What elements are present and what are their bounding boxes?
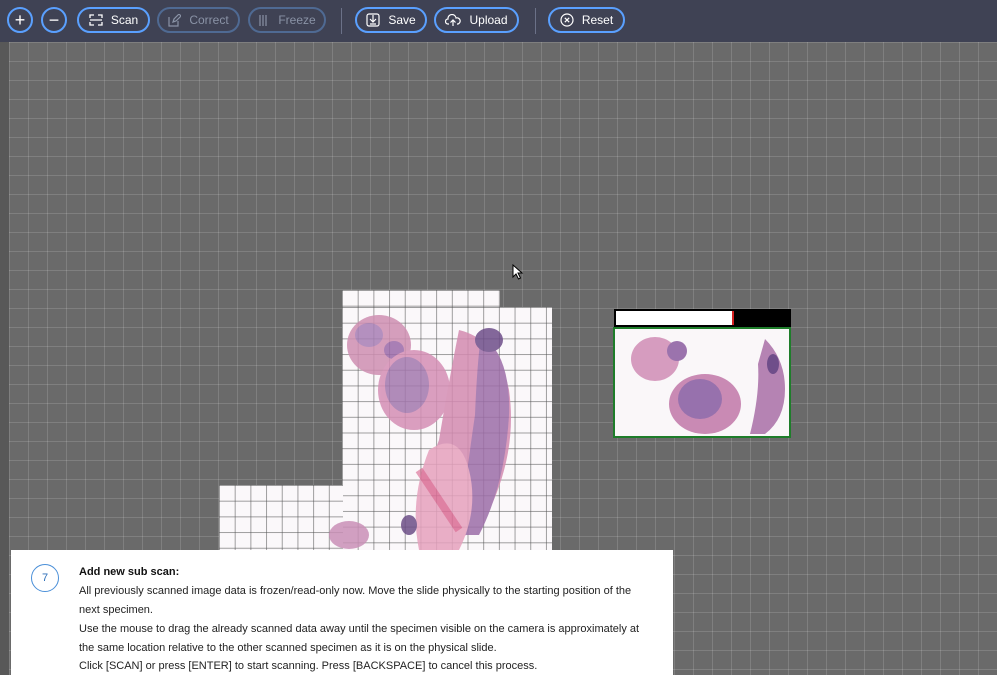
step-number-badge: 7 bbox=[31, 564, 59, 592]
upload-label: Upload bbox=[469, 13, 508, 27]
scan-icon bbox=[89, 14, 103, 26]
edit-icon bbox=[168, 13, 182, 27]
camera-preview bbox=[613, 327, 791, 438]
scan-button[interactable]: Scan bbox=[77, 7, 150, 33]
camera-preview-image bbox=[631, 337, 785, 434]
toolbar-separator bbox=[341, 8, 342, 34]
save-icon bbox=[366, 13, 380, 27]
camera-progress-bar bbox=[614, 309, 791, 327]
tissue-image bbox=[329, 315, 511, 550]
instruction-line: Click [SCAN] or press [ENTER] to start s… bbox=[79, 660, 538, 672]
mouse-cursor-icon bbox=[512, 264, 524, 280]
freeze-label: Freeze bbox=[278, 13, 316, 27]
close-circle-icon bbox=[560, 13, 574, 27]
toolbar-separator bbox=[535, 8, 536, 34]
zoom-out-button[interactable]: − bbox=[41, 7, 67, 33]
save-button[interactable]: Save bbox=[355, 7, 427, 33]
correct-button[interactable]: Correct bbox=[157, 7, 240, 33]
camera-progress-fill bbox=[616, 311, 732, 325]
canvas-left-edge bbox=[0, 42, 9, 675]
camera-progress-marker bbox=[732, 311, 734, 325]
scan-label: Scan bbox=[110, 13, 139, 27]
upload-button[interactable]: Upload bbox=[434, 7, 519, 33]
minus-icon: − bbox=[48, 10, 60, 30]
correct-label: Correct bbox=[189, 13, 229, 27]
instruction-line: All previously scanned image data is fro… bbox=[79, 585, 632, 597]
reset-label: Reset bbox=[581, 13, 614, 27]
freeze-icon bbox=[259, 14, 267, 26]
instruction-title: Add new sub scan: bbox=[79, 566, 180, 578]
instruction-line: the same location relative to the other … bbox=[79, 642, 497, 654]
instruction-panel: 7 Add new sub scan: All previously scann… bbox=[11, 550, 673, 675]
save-label: Save bbox=[388, 13, 416, 27]
plus-icon: + bbox=[14, 10, 26, 30]
instruction-line: next specimen. bbox=[79, 604, 153, 616]
freeze-button[interactable]: Freeze bbox=[248, 7, 326, 33]
toolbar: + − Scan Correct Freeze Save Upload Rese… bbox=[0, 0, 997, 42]
zoom-in-button[interactable]: + bbox=[7, 7, 33, 33]
reset-button[interactable]: Reset bbox=[548, 7, 625, 33]
instruction-line: Use the mouse to drag the already scanne… bbox=[79, 623, 640, 635]
cloud-upload-icon bbox=[445, 13, 462, 26]
